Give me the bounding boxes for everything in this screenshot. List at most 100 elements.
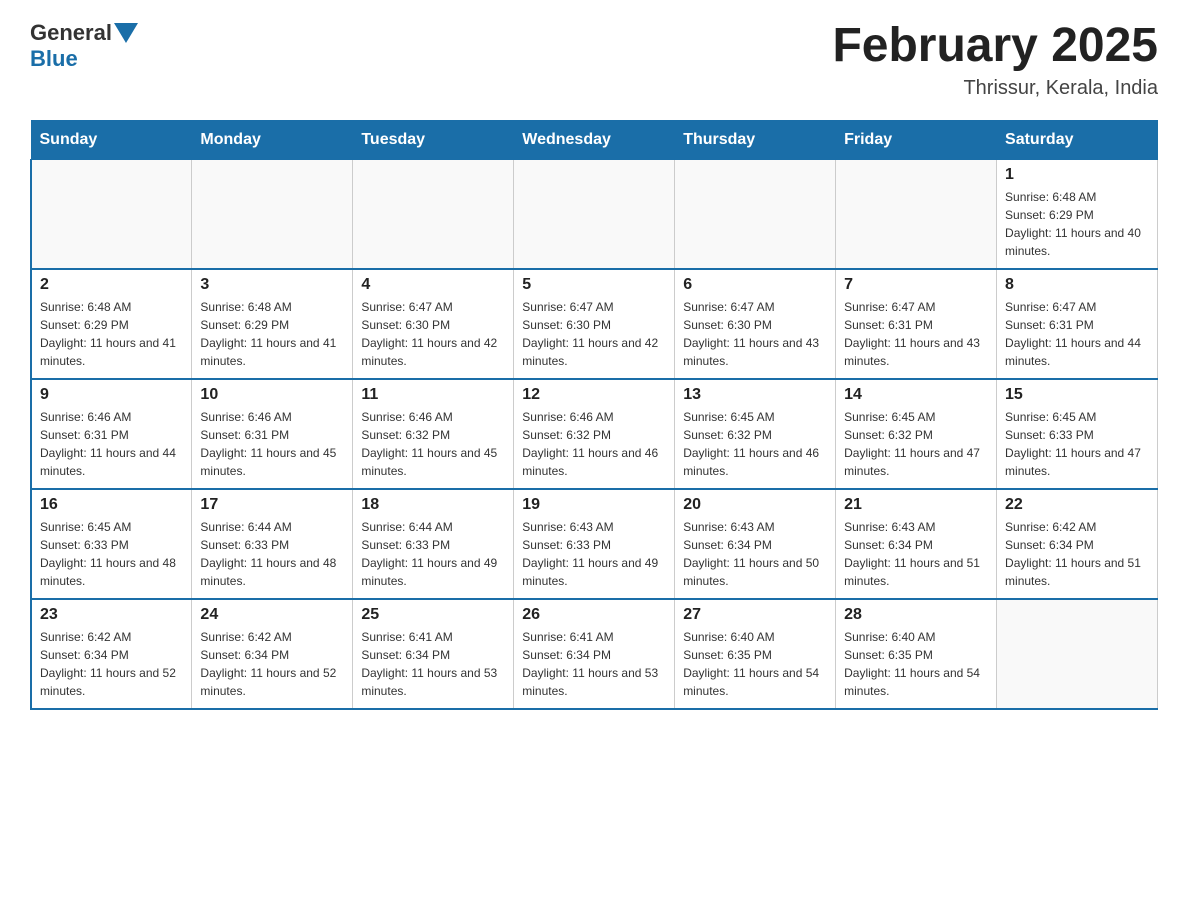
week-row-3: 9 Sunrise: 6:46 AMSunset: 6:31 PMDaylight… xyxy=(31,379,1158,489)
day-cell: 12 Sunrise: 6:46 AMSunset: 6:32 PMDayligh… xyxy=(514,379,675,489)
day-number: 5 xyxy=(522,276,666,294)
day-info: Sunrise: 6:40 AMSunset: 6:35 PMDaylight:… xyxy=(683,628,827,700)
day-cell: 1 Sunrise: 6:48 AMSunset: 6:29 PMDaylight… xyxy=(997,159,1158,269)
day-header-thursday: Thursday xyxy=(675,120,836,159)
day-cell: 5 Sunrise: 6:47 AMSunset: 6:30 PMDaylight… xyxy=(514,269,675,379)
logo-blue-text: Blue xyxy=(30,46,78,72)
day-cell: 28 Sunrise: 6:40 AMSunset: 6:35 PMDayligh… xyxy=(836,599,997,709)
day-cell: 24 Sunrise: 6:42 AMSunset: 6:34 PMDayligh… xyxy=(192,599,353,709)
day-header-wednesday: Wednesday xyxy=(514,120,675,159)
day-info: Sunrise: 6:47 AMSunset: 6:30 PMDaylight:… xyxy=(522,298,666,370)
day-cell: 15 Sunrise: 6:45 AMSunset: 6:33 PMDayligh… xyxy=(997,379,1158,489)
day-number: 12 xyxy=(522,386,666,404)
day-number: 8 xyxy=(1005,276,1149,294)
day-cell xyxy=(836,159,997,269)
day-cell: 23Sunrise: 6:42 AMSunset: 6:34 PMDayligh… xyxy=(31,599,192,709)
day-cell: 10 Sunrise: 6:46 AMSunset: 6:31 PMDayligh… xyxy=(192,379,353,489)
day-info: Sunrise: 6:46 AMSunset: 6:31 PMDaylight:… xyxy=(40,408,183,480)
week-row-2: 2Sunrise: 6:48 AMSunset: 6:29 PMDaylight… xyxy=(31,269,1158,379)
day-number: 22 xyxy=(1005,496,1149,514)
day-info: Sunrise: 6:46 AMSunset: 6:32 PMDaylight:… xyxy=(361,408,505,480)
day-cell xyxy=(192,159,353,269)
day-cell: 27Sunrise: 6:40 AMSunset: 6:35 PMDayligh… xyxy=(675,599,836,709)
day-cell: 26 Sunrise: 6:41 AMSunset: 6:34 PMDayligh… xyxy=(514,599,675,709)
day-number: 11 xyxy=(361,386,505,404)
day-number: 28 xyxy=(844,606,988,624)
day-info: Sunrise: 6:46 AMSunset: 6:31 PMDaylight:… xyxy=(200,408,344,480)
day-number: 20 xyxy=(683,496,827,514)
day-cell: 11 Sunrise: 6:46 AMSunset: 6:32 PMDayligh… xyxy=(353,379,514,489)
day-cell: 14 Sunrise: 6:45 AMSunset: 6:32 PMDayligh… xyxy=(836,379,997,489)
day-header-friday: Friday xyxy=(836,120,997,159)
day-number: 21 xyxy=(844,496,988,514)
day-number: 17 xyxy=(200,496,344,514)
day-cell: 13Sunrise: 6:45 AMSunset: 6:32 PMDayligh… xyxy=(675,379,836,489)
day-number: 16 xyxy=(40,496,183,514)
day-number: 14 xyxy=(844,386,988,404)
day-info: Sunrise: 6:43 AMSunset: 6:34 PMDaylight:… xyxy=(683,518,827,590)
day-info: Sunrise: 6:45 AMSunset: 6:33 PMDaylight:… xyxy=(40,518,183,590)
day-info: Sunrise: 6:48 AMSunset: 6:29 PMDaylight:… xyxy=(40,298,183,370)
day-info: Sunrise: 6:47 AMSunset: 6:31 PMDaylight:… xyxy=(844,298,988,370)
day-cell: 6 Sunrise: 6:47 AMSunset: 6:30 PMDaylight… xyxy=(675,269,836,379)
day-cell: 21 Sunrise: 6:43 AMSunset: 6:34 PMDayligh… xyxy=(836,489,997,599)
logo-general-text: General xyxy=(30,20,112,46)
day-info: Sunrise: 6:43 AMSunset: 6:34 PMDaylight:… xyxy=(844,518,988,590)
day-info: Sunrise: 6:45 AMSunset: 6:33 PMDaylight:… xyxy=(1005,408,1149,480)
day-info: Sunrise: 6:47 AMSunset: 6:30 PMDaylight:… xyxy=(361,298,505,370)
day-number: 25 xyxy=(361,606,505,624)
day-header-saturday: Saturday xyxy=(997,120,1158,159)
day-number: 9 xyxy=(40,386,183,404)
day-number: 7 xyxy=(844,276,988,294)
day-info: Sunrise: 6:48 AMSunset: 6:29 PMDaylight:… xyxy=(1005,188,1149,260)
day-number: 26 xyxy=(522,606,666,624)
day-cell xyxy=(514,159,675,269)
day-number: 18 xyxy=(361,496,505,514)
day-info: Sunrise: 6:47 AMSunset: 6:30 PMDaylight:… xyxy=(683,298,827,370)
day-cell: 22Sunrise: 6:42 AMSunset: 6:34 PMDayligh… xyxy=(997,489,1158,599)
day-header-tuesday: Tuesday xyxy=(353,120,514,159)
month-title: February 2025 xyxy=(832,20,1158,73)
day-number: 15 xyxy=(1005,386,1149,404)
day-info: Sunrise: 6:42 AMSunset: 6:34 PMDaylight:… xyxy=(40,628,183,700)
day-number: 13 xyxy=(683,386,827,404)
day-number: 6 xyxy=(683,276,827,294)
day-cell: 25 Sunrise: 6:41 AMSunset: 6:34 PMDayligh… xyxy=(353,599,514,709)
day-info: Sunrise: 6:47 AMSunset: 6:31 PMDaylight:… xyxy=(1005,298,1149,370)
day-cell: 17 Sunrise: 6:44 AMSunset: 6:33 PMDayligh… xyxy=(192,489,353,599)
day-header-row: SundayMondayTuesdayWednesdayThursdayFrid… xyxy=(31,120,1158,159)
day-cell xyxy=(353,159,514,269)
day-number: 1 xyxy=(1005,166,1149,184)
day-info: Sunrise: 6:40 AMSunset: 6:35 PMDaylight:… xyxy=(844,628,988,700)
calendar-table: SundayMondayTuesdayWednesdayThursdayFrid… xyxy=(30,120,1158,711)
day-cell: 7 Sunrise: 6:47 AMSunset: 6:31 PMDaylight… xyxy=(836,269,997,379)
week-row-5: 23Sunrise: 6:42 AMSunset: 6:34 PMDayligh… xyxy=(31,599,1158,709)
day-info: Sunrise: 6:41 AMSunset: 6:34 PMDaylight:… xyxy=(361,628,505,700)
day-cell: 8 Sunrise: 6:47 AMSunset: 6:31 PMDaylight… xyxy=(997,269,1158,379)
day-info: Sunrise: 6:44 AMSunset: 6:33 PMDaylight:… xyxy=(361,518,505,590)
day-cell: 16 Sunrise: 6:45 AMSunset: 6:33 PMDayligh… xyxy=(31,489,192,599)
day-number: 19 xyxy=(522,496,666,514)
day-cell: 20 Sunrise: 6:43 AMSunset: 6:34 PMDayligh… xyxy=(675,489,836,599)
day-info: Sunrise: 6:44 AMSunset: 6:33 PMDaylight:… xyxy=(200,518,344,590)
day-info: Sunrise: 6:45 AMSunset: 6:32 PMDaylight:… xyxy=(844,408,988,480)
logo-triangle-icon xyxy=(114,23,138,43)
day-cell: 18 Sunrise: 6:44 AMSunset: 6:33 PMDayligh… xyxy=(353,489,514,599)
day-number: 10 xyxy=(200,386,344,404)
day-cell: 19 Sunrise: 6:43 AMSunset: 6:33 PMDayligh… xyxy=(514,489,675,599)
day-info: Sunrise: 6:46 AMSunset: 6:32 PMDaylight:… xyxy=(522,408,666,480)
week-row-1: 1 Sunrise: 6:48 AMSunset: 6:29 PMDaylight… xyxy=(31,159,1158,269)
day-info: Sunrise: 6:41 AMSunset: 6:34 PMDaylight:… xyxy=(522,628,666,700)
day-info: Sunrise: 6:48 AMSunset: 6:29 PMDaylight:… xyxy=(200,298,344,370)
day-number: 24 xyxy=(200,606,344,624)
day-header-sunday: Sunday xyxy=(31,120,192,159)
day-cell: 9 Sunrise: 6:46 AMSunset: 6:31 PMDaylight… xyxy=(31,379,192,489)
location-subtitle: Thrissur, Kerala, India xyxy=(832,77,1158,100)
day-cell: 4Sunrise: 6:47 AMSunset: 6:30 PMDaylight… xyxy=(353,269,514,379)
week-row-4: 16 Sunrise: 6:45 AMSunset: 6:33 PMDayligh… xyxy=(31,489,1158,599)
day-cell xyxy=(997,599,1158,709)
day-number: 3 xyxy=(200,276,344,294)
day-cell: 3 Sunrise: 6:48 AMSunset: 6:29 PMDaylight… xyxy=(192,269,353,379)
day-info: Sunrise: 6:42 AMSunset: 6:34 PMDaylight:… xyxy=(200,628,344,700)
day-info: Sunrise: 6:43 AMSunset: 6:33 PMDaylight:… xyxy=(522,518,666,590)
